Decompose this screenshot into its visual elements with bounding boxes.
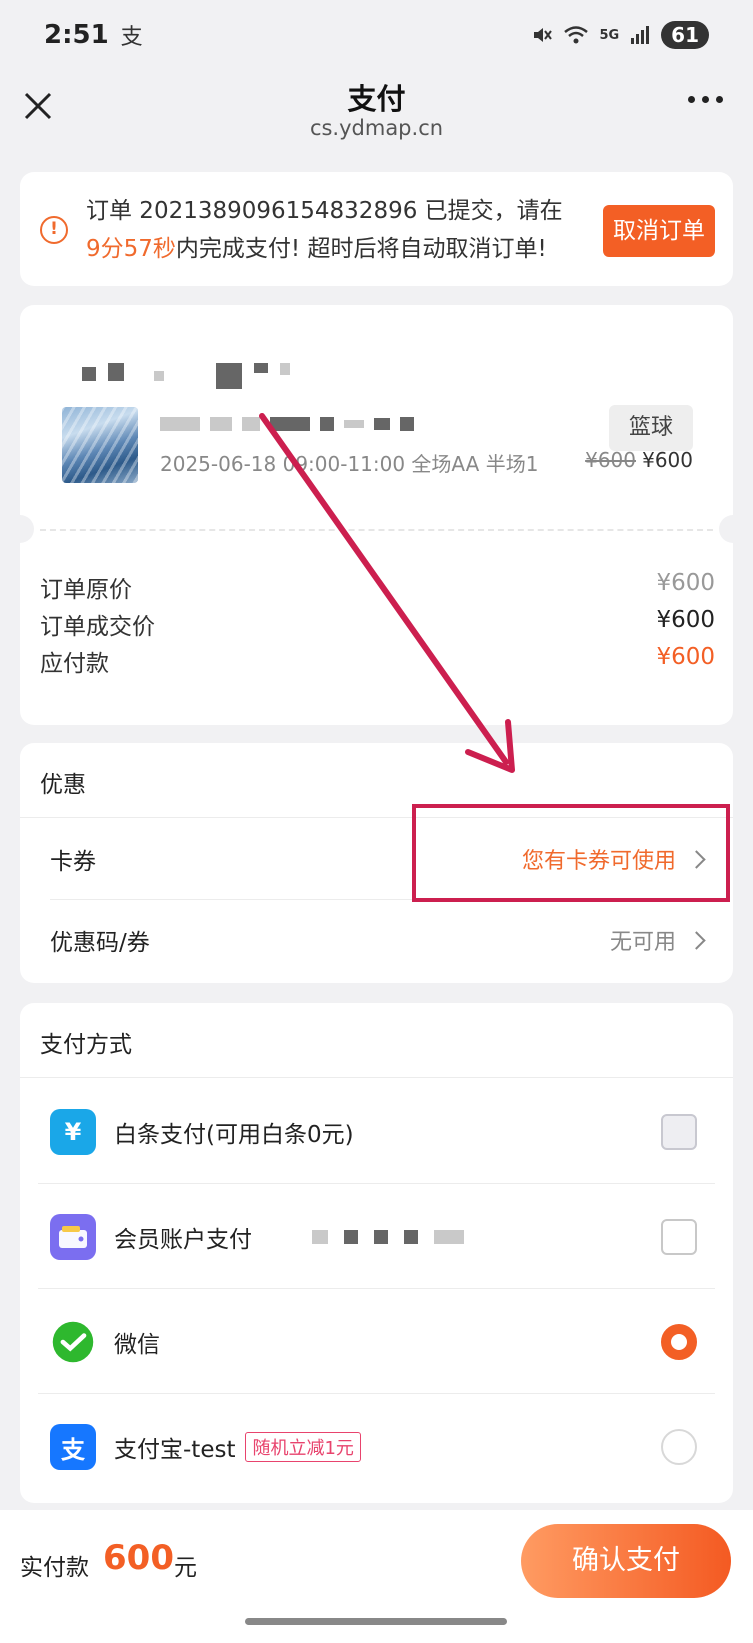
wallet-icon: [50, 1214, 96, 1260]
payment-option-label: 白条支付(可用白条0元): [114, 1122, 354, 1148]
member-balance-redacted: [312, 1230, 464, 1244]
item-price: ¥600: [642, 448, 693, 472]
mute-icon: [534, 28, 553, 42]
price-row-label: 应付款: [40, 651, 109, 677]
venue-thumbnail: [62, 407, 138, 483]
payment-option-label: 支付宝-test: [114, 1437, 236, 1463]
booking-time-detail: 2025-06-18 09:00-11:00 全场AA 半场1: [160, 452, 539, 476]
alipay-icon: 支: [50, 1424, 96, 1470]
total-label: 实付款: [20, 1555, 89, 1581]
price-row-value: ¥600: [656, 607, 715, 633]
payment-section-title: 支付方式: [40, 1032, 132, 1058]
payment-option-baitiao[interactable]: ¥ 白条支付(可用白条0元): [38, 1079, 715, 1185]
home-indicator[interactable]: [245, 1618, 507, 1625]
checkout-bar: 实付款 600 元 确认支付: [0, 1510, 753, 1643]
payment-radio[interactable]: [661, 1429, 697, 1465]
price-row-value: ¥600: [656, 570, 715, 596]
alipay-notification-icon: 支: [120, 25, 143, 50]
chevron-right-icon: [687, 930, 706, 950]
price-row-label: 订单原价: [40, 577, 132, 603]
status-icons: 5G 61: [531, 21, 709, 49]
promo-code-value: 无可用: [609, 930, 676, 955]
discount-badge: 随机立减1元: [245, 1432, 361, 1462]
notice-line2: 内完成支付! 超时后将自动取消订单!: [175, 236, 547, 262]
warning-icon: !: [40, 216, 68, 244]
cancel-order-button[interactable]: 取消订单: [603, 205, 715, 257]
confirm-payment-button[interactable]: 确认支付: [521, 1524, 731, 1598]
signal-icon: [631, 26, 650, 44]
payment-option-label: 会员账户支付: [114, 1227, 252, 1253]
payment-methods-card: 支付方式 ¥ 白条支付(可用白条0元) 会员账户支付 微信 支 支付宝-test: [20, 1003, 733, 1503]
total-unit: 元: [174, 1555, 197, 1581]
venue-address-redacted: [160, 417, 414, 431]
dashed-divider: [40, 529, 713, 531]
order-detail-card: 篮球 2025-06-18 09:00-11:00 全场AA 半场1 ¥600 …: [6, 305, 747, 725]
payment-checkbox[interactable]: [661, 1114, 697, 1150]
payment-option-alipay[interactable]: 支 支付宝-test 随机立减1元: [38, 1394, 715, 1500]
wifi-icon: [564, 26, 589, 44]
nav-bar: 支付 cs.ydmap.cn: [0, 70, 753, 150]
venue-name-redacted: [82, 363, 290, 389]
payment-option-label: 微信: [114, 1332, 160, 1358]
payment-option-member-account[interactable]: 会员账户支付: [38, 1184, 715, 1290]
network-type: 5G: [599, 27, 620, 43]
wechat-icon: [50, 1319, 96, 1365]
baitiao-icon: ¥: [50, 1109, 96, 1155]
payment-checkbox[interactable]: [661, 1219, 697, 1255]
promo-section-title: 优惠: [40, 772, 86, 798]
order-notice-text: 订单 2021389096154832896 已提交，请在 9分57秒内完成支付…: [86, 192, 606, 268]
price-row-value: ¥600: [656, 644, 715, 670]
payment-radio-selected[interactable]: [661, 1324, 697, 1360]
coupon-label: 卡券: [50, 849, 96, 875]
page-url: cs.ydmap.cn: [309, 116, 444, 140]
page-title: 支付: [347, 82, 406, 116]
promo-code-label: 优惠码/券: [50, 930, 150, 956]
promo-code-row[interactable]: 优惠码/券 无可用: [50, 900, 706, 980]
payment-option-wechat[interactable]: 微信: [38, 1289, 715, 1395]
countdown-text: 9分57秒: [86, 236, 176, 262]
annotation-highlight-box: [412, 804, 730, 902]
order-notice-card: ! 订单 2021389096154832896 已提交，请在 9分57秒内完成…: [20, 172, 733, 286]
original-item-price: ¥600: [585, 448, 636, 472]
notice-line1: 订单 2021389096154832896 已提交，请在: [86, 198, 563, 224]
status-time: 2:51: [44, 20, 109, 50]
total-amount: 600: [103, 1538, 174, 1578]
status-bar: 2:51 支 5G 61: [0, 0, 753, 70]
price-row-label: 订单成交价: [40, 614, 155, 640]
more-menu-icon[interactable]: [688, 96, 723, 103]
sport-tag: 篮球: [609, 405, 693, 451]
battery-indicator: 61: [661, 21, 709, 49]
